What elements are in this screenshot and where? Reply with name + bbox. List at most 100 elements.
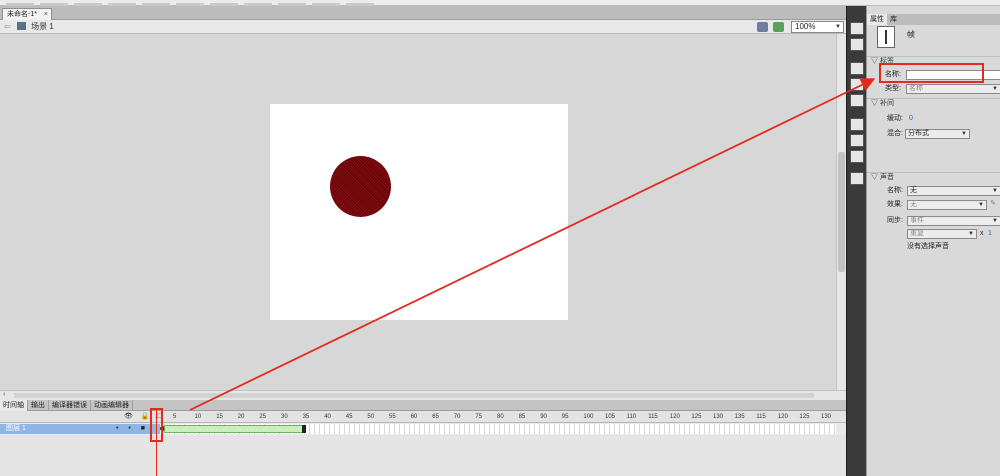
section-tween[interactable]: ▽ 补间 <box>867 98 1000 108</box>
ruler-tick-label: 115 <box>756 414 766 420</box>
ruler-tick-label: 30 <box>281 414 288 420</box>
ruler-tick-label: 50 <box>367 414 375 420</box>
repeat-count[interactable]: 1 <box>988 229 992 239</box>
horizontal-scrollbar[interactable]: ‹ <box>0 390 846 400</box>
document-tab[interactable]: 未命名-1* × <box>2 8 52 20</box>
tab-output[interactable]: 输出 <box>28 400 49 411</box>
ruler-tick-label: 80 <box>497 414 504 420</box>
tab-properties[interactable]: 属性 <box>867 14 887 25</box>
blend-value: 分布式 <box>908 130 929 137</box>
chevron-down-icon: ▼ <box>835 24 841 30</box>
project-icon[interactable] <box>850 172 864 185</box>
no-sound-text: 没有选择声音 <box>907 243 949 250</box>
ruler-tick-label: 75 <box>475 414 483 420</box>
sync-select[interactable]: 事件 ▼ <box>907 216 1000 226</box>
chevron-down-icon: ▼ <box>992 218 998 224</box>
ruler-tick-label: 110 <box>626 414 637 420</box>
annotation-playhead-box <box>150 408 163 442</box>
document-tab-title: 未命名-1* <box>7 11 37 18</box>
tab-compiler-errors[interactable]: 编译器错误 <box>49 400 91 411</box>
layer-state-marks[interactable]: • • ■ <box>116 424 149 434</box>
color-swatch-icon[interactable] <box>850 22 864 35</box>
ruler-tick-label: 100 <box>583 414 594 420</box>
stage-canvas[interactable] <box>270 104 568 320</box>
components-icon[interactable] <box>850 134 864 147</box>
scroll-left-icon[interactable]: ‹ <box>3 391 5 398</box>
stage-area[interactable] <box>0 34 836 390</box>
bottom-panel-tabs: 时间轴 输出 编译器错误 动画编辑器 <box>0 400 846 411</box>
section-sound[interactable]: ▽ 声音 <box>867 172 1000 182</box>
sound-name-value: 无 <box>910 187 917 194</box>
ruler-tick-label: 55 <box>389 414 396 420</box>
ruler-tick-label: 70 <box>453 414 461 420</box>
repeat-value: 重复 <box>910 230 924 237</box>
ruler-tick-label: 90 <box>540 414 547 420</box>
tab-library[interactable]: 库 <box>887 14 900 25</box>
ruler-tick-label: 95 <box>561 414 569 420</box>
end-keyframe[interactable] <box>302 425 306 433</box>
label-type-select[interactable]: 名称 ▼ <box>906 84 1000 94</box>
ruler-tick-label: 130 <box>713 414 724 420</box>
layer-row[interactable]: 图层 1 • • ■ <box>0 424 160 434</box>
tool-strip <box>846 6 866 476</box>
tab-motion-editor[interactable]: 动画编辑器 <box>91 400 133 411</box>
motion-presets-icon[interactable] <box>850 150 864 163</box>
timeline-empty-area <box>0 435 846 476</box>
breadcrumb: ⇦ 场景 1 <box>4 22 54 32</box>
scene-icon <box>16 22 26 30</box>
ruler-tick-label: 15 <box>216 414 223 420</box>
blend-select[interactable]: 分布式 ▼ <box>905 129 970 139</box>
chevron-down-icon: ▼ <box>961 131 967 137</box>
properties-tabs: 属性库 <box>867 14 1000 25</box>
flash-editor-window: 未命名-1* × ⇦ 场景 1 100% ▼ ‹ 时间轴 输出 编译器错误 动画编辑器 <box>0 0 1000 476</box>
repeat-select[interactable]: 重复 ▼ <box>907 229 977 239</box>
scrollbar-thumb[interactable] <box>838 152 845 272</box>
ruler-tick-label: 25 <box>259 414 267 420</box>
effect-value: 无 <box>910 201 917 208</box>
effect-label: 效果: <box>887 201 903 208</box>
close-icon[interactable]: × <box>44 9 48 20</box>
ruler-tick-label: 115 <box>648 414 658 420</box>
ruler-tick-label: 120 <box>777 414 788 420</box>
align-icon[interactable] <box>850 62 864 75</box>
ruler-tick-label: 125 <box>799 414 810 420</box>
back-arrow-icon[interactable]: ⇦ <box>4 22 11 31</box>
annotation-name-box <box>879 63 984 83</box>
edit-scene-icon[interactable] <box>757 22 768 32</box>
pencil-icon[interactable]: ✎ <box>990 199 996 209</box>
chevron-down-icon: ▼ <box>992 188 998 194</box>
section-tween-title: 补间 <box>879 100 894 107</box>
red-circle-shape[interactable] <box>330 156 391 217</box>
ease-label: 缓动: <box>887 115 903 122</box>
layer-name[interactable]: 图层 1 <box>6 424 26 434</box>
object-type-label: 帧 <box>907 30 915 39</box>
frame-track[interactable] <box>160 424 836 434</box>
effect-select[interactable]: 无 ▼ <box>907 200 987 210</box>
library-icon[interactable] <box>850 38 864 51</box>
ruler-tick-label: 20 <box>237 414 245 420</box>
ease-value[interactable]: 0 <box>909 114 913 124</box>
ruler-tick-label: 60 <box>410 414 418 420</box>
sync-label: 同步: <box>887 217 903 224</box>
scrollbar-thumb[interactable] <box>14 393 814 398</box>
info-icon[interactable] <box>850 78 864 91</box>
edit-symbol-icon[interactable] <box>773 22 784 32</box>
ruler-tick-label: 125 <box>691 414 702 420</box>
sound-name-select[interactable]: 无 ▼ <box>907 186 1000 196</box>
section-sound-title: 声音 <box>879 174 894 181</box>
chevron-down-icon: ▼ <box>992 86 998 92</box>
timeline-header: 👁 🔒 □ 1 51015202530354045505560657075808… <box>0 411 846 423</box>
zoom-select[interactable]: 100% ▼ <box>791 21 844 33</box>
tab-timeline[interactable]: 时间轴 <box>0 400 28 411</box>
type-label: 类型: <box>885 85 901 92</box>
frame-span[interactable] <box>164 425 305 433</box>
code-snippet-icon[interactable] <box>850 118 864 131</box>
chevron-down-icon: ▼ <box>968 231 974 237</box>
sync-value: 事件 <box>910 217 924 224</box>
transform-icon[interactable] <box>850 94 864 107</box>
ruler-tick-label: 65 <box>432 414 439 420</box>
ruler-tick-label: 5 <box>173 414 177 420</box>
vertical-scrollbar[interactable] <box>836 34 846 390</box>
blend-label: 混合: <box>887 130 903 137</box>
ruler-tick-label: 40 <box>324 414 331 420</box>
